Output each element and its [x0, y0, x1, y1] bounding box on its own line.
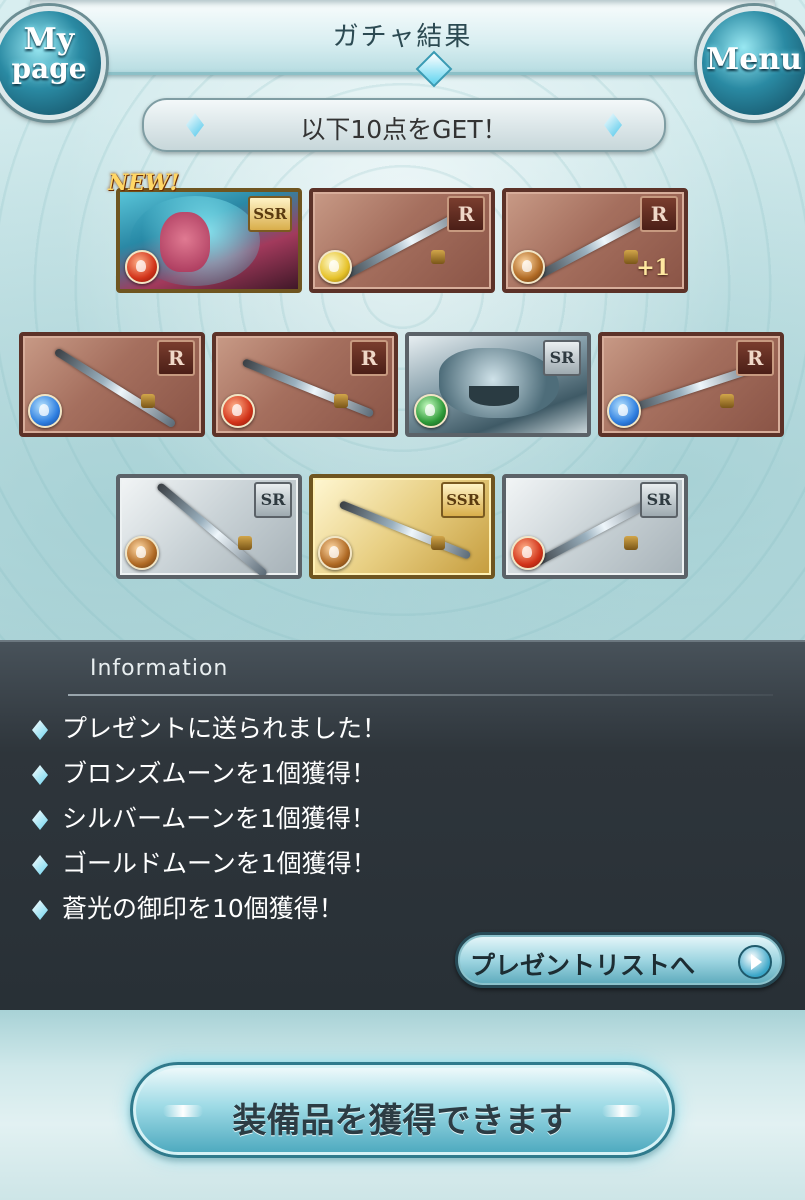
crystal-icon: [32, 720, 48, 740]
axe-icon: [155, 481, 269, 575]
information-line: ブロンズムーンを1個獲得！: [26, 751, 387, 796]
fire-element-icon: [125, 250, 159, 284]
present-list-label: プレゼントリストへ: [470, 951, 696, 980]
information-title: Information: [90, 656, 229, 681]
crystal-icon: [32, 810, 48, 830]
mypage-label-line2: page: [11, 52, 87, 85]
crystal-icon: [32, 855, 48, 875]
mypage-label-line1: My: [23, 22, 75, 57]
hilt-icon: [720, 394, 734, 408]
result-card-sword[interactable]: R: [309, 188, 495, 293]
information-line-text: ゴールドムーンを1個獲得！: [62, 849, 377, 878]
water-element-icon: [28, 394, 62, 428]
hilt-icon: [238, 536, 252, 550]
information-line: シルバームーンを1個獲得！: [26, 796, 387, 841]
result-card-blade[interactable]: R: [19, 332, 205, 437]
result-card-summon[interactable]: SR: [405, 332, 591, 437]
hilt-icon: [431, 536, 445, 550]
page-title: ガチャ結果: [332, 22, 473, 52]
hilt-icon: [624, 536, 638, 550]
summon-dragon-art: [439, 348, 559, 418]
result-count-bar: 以下10点をGET！: [142, 98, 666, 152]
wind-element-icon: [414, 394, 448, 428]
result-count-text: 以下10点をGET！: [300, 115, 508, 144]
water-element-icon: [607, 394, 641, 428]
header-banner: ガチャ結果: [30, 0, 775, 88]
rarity-badge: R: [447, 196, 485, 232]
present-list-button[interactable]: プレゼントリストへ: [455, 932, 785, 988]
earth-element-icon: [318, 536, 352, 570]
result-card-character[interactable]: SSR: [116, 188, 302, 293]
equipment-obtain-button[interactable]: 装備品を獲得できます: [130, 1062, 675, 1158]
rarity-badge: R: [157, 340, 195, 376]
result-card-bow[interactable]: R: [598, 332, 784, 437]
hilt-icon: [141, 394, 155, 408]
information-line: 蒼光の御印を10個獲得！: [26, 886, 387, 931]
light-element-icon: [318, 250, 352, 284]
rarity-badge: SSR: [441, 482, 485, 518]
hilt-icon: [334, 394, 348, 408]
menu-button[interactable]: Menu: [697, 6, 805, 120]
crystal-icon: [32, 900, 48, 920]
rarity-badge: R: [736, 340, 774, 376]
hilt-icon: [431, 250, 445, 264]
information-line-text: プレゼントに送られました！: [62, 714, 388, 743]
arrow-right-icon: [738, 945, 772, 979]
rarity-badge: SR: [543, 340, 581, 376]
ornament-icon: [602, 1105, 642, 1117]
result-card-axe[interactable]: SR: [116, 474, 302, 579]
information-list: プレゼントに送られました！ ブロンズムーンを1個獲得！ シルバームーンを1個獲得…: [26, 706, 387, 931]
earth-element-icon: [125, 536, 159, 570]
plus-level-badge: +1: [636, 255, 670, 281]
new-badge: NEW!: [108, 170, 180, 196]
result-card-sword[interactable]: SR: [502, 474, 688, 579]
fire-element-icon: [221, 394, 255, 428]
rarity-badge: SSR: [248, 196, 292, 232]
result-card-spear[interactable]: R: [212, 332, 398, 437]
result-card-spear[interactable]: SSR: [309, 474, 495, 579]
information-line-text: シルバームーンを1個獲得！: [62, 804, 376, 833]
fire-element-icon: [511, 536, 545, 570]
information-line: ゴールドムーンを1個獲得！: [26, 841, 387, 886]
earth-element-icon: [511, 250, 545, 284]
gacha-result-screen: ガチャ結果 My page Menu 以下10点をGET！ NEW! SSR R R…: [0, 0, 805, 1200]
rarity-badge: R: [350, 340, 388, 376]
equipment-obtain-label: 装備品を獲得できます: [232, 1101, 573, 1141]
character-face: [160, 212, 210, 272]
rarity-badge: R: [640, 196, 678, 232]
menu-label: Menu: [706, 42, 802, 77]
rarity-badge: SR: [254, 482, 292, 518]
divider: [68, 694, 773, 696]
crystal-icon: [32, 765, 48, 785]
information-line: プレゼントに送られました！: [26, 706, 387, 751]
information-line-text: 蒼光の御印を10個獲得！: [62, 894, 344, 923]
rarity-badge: SR: [640, 482, 678, 518]
dragon-jaw: [469, 386, 519, 406]
result-card-sword[interactable]: R +1: [502, 188, 688, 293]
information-line-text: ブロンズムーンを1個獲得！: [62, 759, 377, 788]
